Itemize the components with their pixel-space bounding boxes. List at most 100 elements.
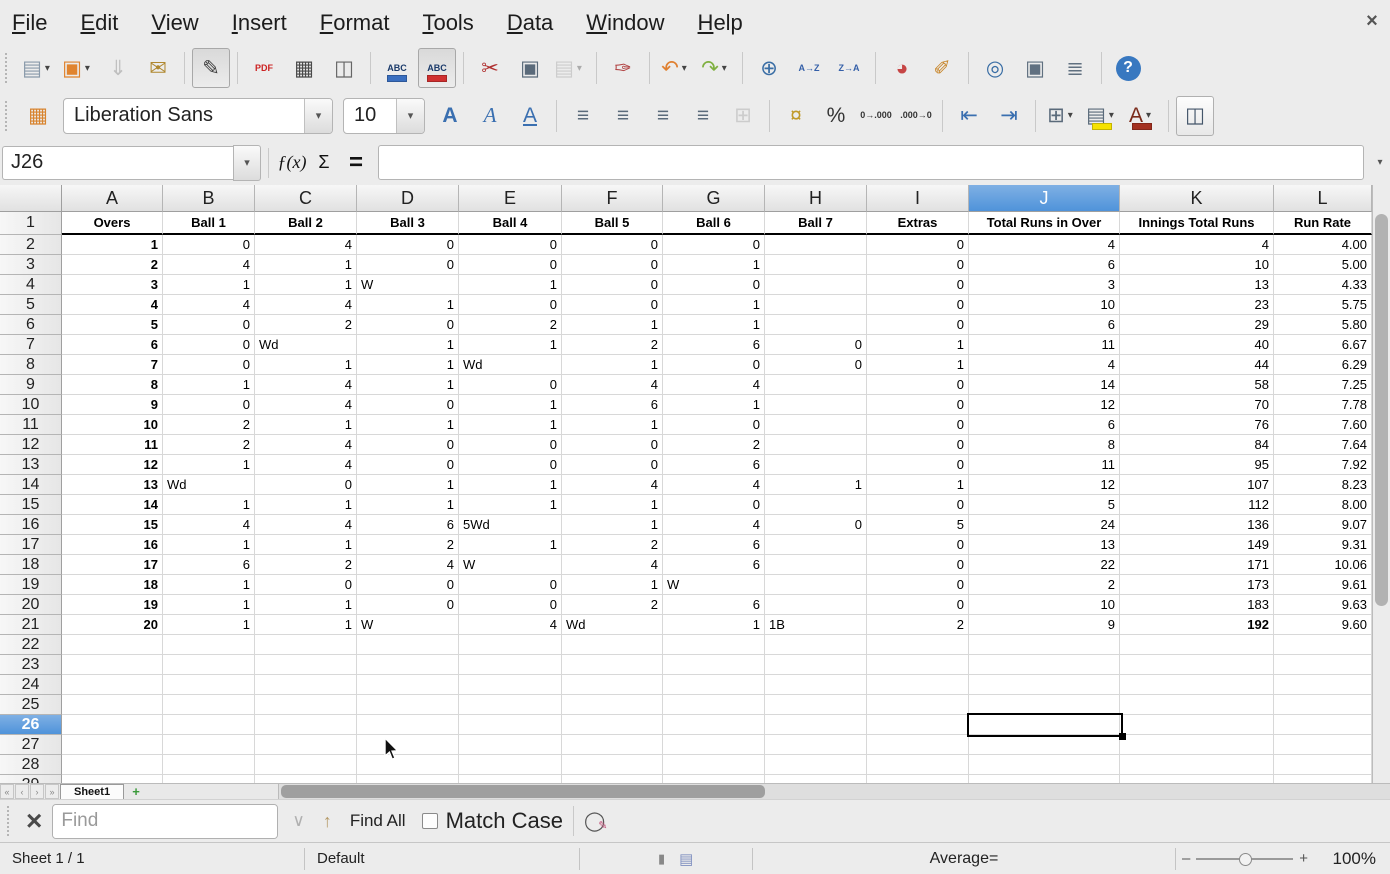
cell[interactable]: 0 bbox=[459, 255, 562, 275]
vertical-scrollbar-thumb[interactable] bbox=[1375, 214, 1388, 606]
insert-chart-button[interactable]: ◕ bbox=[883, 48, 921, 88]
cell[interactable] bbox=[765, 635, 867, 655]
cell[interactable] bbox=[765, 575, 867, 595]
styles-button[interactable]: ▦ bbox=[19, 96, 57, 136]
cell[interactable] bbox=[357, 695, 459, 715]
column-header-E[interactable]: E bbox=[459, 185, 562, 212]
previous-sheet-button[interactable]: ‹ bbox=[15, 784, 29, 799]
clone-formatting-button[interactable]: ✑ bbox=[604, 48, 642, 88]
cell[interactable]: Wd bbox=[255, 335, 357, 355]
cell[interactable] bbox=[357, 715, 459, 735]
cell[interactable]: 40 bbox=[1120, 335, 1274, 355]
cell[interactable]: 1 bbox=[255, 355, 357, 375]
cell[interactable]: 7.78 bbox=[1274, 395, 1372, 415]
cell[interactable]: 4 bbox=[163, 295, 255, 315]
cell[interactable] bbox=[1274, 655, 1372, 675]
header-cell[interactable]: Ball 3 bbox=[357, 212, 459, 235]
cell[interactable]: 0 bbox=[357, 315, 459, 335]
cell[interactable]: 1 bbox=[867, 475, 969, 495]
cell[interactable]: 1 bbox=[562, 495, 663, 515]
cell[interactable] bbox=[969, 755, 1120, 775]
cell[interactable]: 1 bbox=[663, 395, 765, 415]
dropdown-arrow-icon[interactable]: ▾ bbox=[1109, 110, 1118, 121]
row-header-15[interactable]: 15 bbox=[0, 495, 62, 515]
cell[interactable] bbox=[163, 775, 255, 783]
cell[interactable] bbox=[663, 695, 765, 715]
cell-selection[interactable] bbox=[967, 713, 1123, 737]
cell[interactable] bbox=[765, 535, 867, 555]
cell[interactable]: 171 bbox=[1120, 555, 1274, 575]
cell[interactable] bbox=[663, 655, 765, 675]
last-sheet-button[interactable]: » bbox=[45, 784, 59, 799]
toolbar-drag-handle[interactable] bbox=[7, 806, 13, 836]
cell[interactable]: 5 bbox=[969, 495, 1120, 515]
cell[interactable] bbox=[1120, 735, 1274, 755]
find-next-button[interactable]: ∨ bbox=[292, 811, 304, 831]
cell[interactable]: 4 bbox=[255, 455, 357, 475]
cell[interactable] bbox=[459, 775, 562, 783]
italic-button[interactable]: A bbox=[471, 96, 509, 136]
menu-data[interactable]: Data bbox=[507, 10, 553, 36]
row-header-8[interactable]: 8 bbox=[0, 355, 62, 375]
cell[interactable]: 0 bbox=[163, 235, 255, 255]
cell[interactable]: 1 bbox=[663, 295, 765, 315]
cell[interactable] bbox=[1274, 635, 1372, 655]
select-all-corner[interactable] bbox=[0, 185, 62, 212]
window-close-button[interactable]: × bbox=[1362, 10, 1382, 33]
decrease-indent-button[interactable]: ⇤ bbox=[950, 96, 988, 136]
cell[interactable]: 70 bbox=[1120, 395, 1274, 415]
cell[interactable] bbox=[867, 655, 969, 675]
cell[interactable]: 7.25 bbox=[1274, 375, 1372, 395]
header-cell[interactable]: Ball 5 bbox=[562, 212, 663, 235]
cell[interactable]: 0 bbox=[357, 435, 459, 455]
cell[interactable] bbox=[765, 395, 867, 415]
cell[interactable] bbox=[1274, 775, 1372, 783]
cell[interactable] bbox=[562, 655, 663, 675]
cell[interactable] bbox=[163, 635, 255, 655]
cell[interactable] bbox=[663, 755, 765, 775]
find-previous-button[interactable]: ↑ bbox=[323, 811, 332, 832]
cell[interactable] bbox=[765, 455, 867, 475]
column-header-F[interactable]: F bbox=[562, 185, 663, 212]
cell[interactable]: 0 bbox=[663, 235, 765, 255]
cell[interactable]: 1 bbox=[163, 375, 255, 395]
row-header-1[interactable]: 1 bbox=[0, 212, 62, 235]
cell[interactable] bbox=[663, 735, 765, 755]
cell[interactable]: 1 bbox=[562, 575, 663, 595]
cell[interactable] bbox=[663, 635, 765, 655]
cell[interactable] bbox=[969, 775, 1120, 783]
cell[interactable]: 13 bbox=[1120, 275, 1274, 295]
bold-button[interactable]: A bbox=[431, 96, 469, 136]
gallery-button[interactable]: ▣ bbox=[1016, 48, 1054, 88]
cell[interactable]: 1 bbox=[163, 275, 255, 295]
cell[interactable]: 12 bbox=[969, 395, 1120, 415]
cell[interactable]: 58 bbox=[1120, 375, 1274, 395]
align-justified-button[interactable]: ≡ bbox=[684, 96, 722, 136]
data-sources-button[interactable]: ≣ bbox=[1056, 48, 1094, 88]
column-header-H[interactable]: H bbox=[765, 185, 867, 212]
formula-input[interactable] bbox=[378, 145, 1364, 180]
name-box-dropdown[interactable]: ▾ bbox=[233, 145, 261, 181]
header-cell[interactable]: Run Rate bbox=[1274, 212, 1372, 235]
cell[interactable]: 13 bbox=[969, 535, 1120, 555]
cell[interactable]: 4 bbox=[663, 515, 765, 535]
cell[interactable]: 6.29 bbox=[1274, 355, 1372, 375]
find-input[interactable] bbox=[53, 805, 278, 838]
cell[interactable]: 1 bbox=[357, 335, 459, 355]
fill-handle[interactable] bbox=[1119, 733, 1126, 740]
cell[interactable]: 1 bbox=[357, 375, 459, 395]
cell[interactable]: 0 bbox=[163, 355, 255, 375]
cell[interactable]: 0 bbox=[867, 455, 969, 475]
selection-statistics[interactable]: Average= bbox=[753, 843, 1175, 874]
cell[interactable] bbox=[765, 735, 867, 755]
cell[interactable] bbox=[562, 695, 663, 715]
row-header-20[interactable]: 20 bbox=[0, 595, 62, 615]
cell[interactable] bbox=[765, 555, 867, 575]
header-cell[interactable]: Ball 7 bbox=[765, 212, 867, 235]
cell[interactable]: 8 bbox=[62, 375, 163, 395]
cell[interactable]: 0 bbox=[765, 335, 867, 355]
cell[interactable]: 13 bbox=[62, 475, 163, 495]
undo-button[interactable]: ↶▾ bbox=[657, 48, 695, 88]
cell[interactable]: 12 bbox=[969, 475, 1120, 495]
cell[interactable]: 0 bbox=[867, 555, 969, 575]
